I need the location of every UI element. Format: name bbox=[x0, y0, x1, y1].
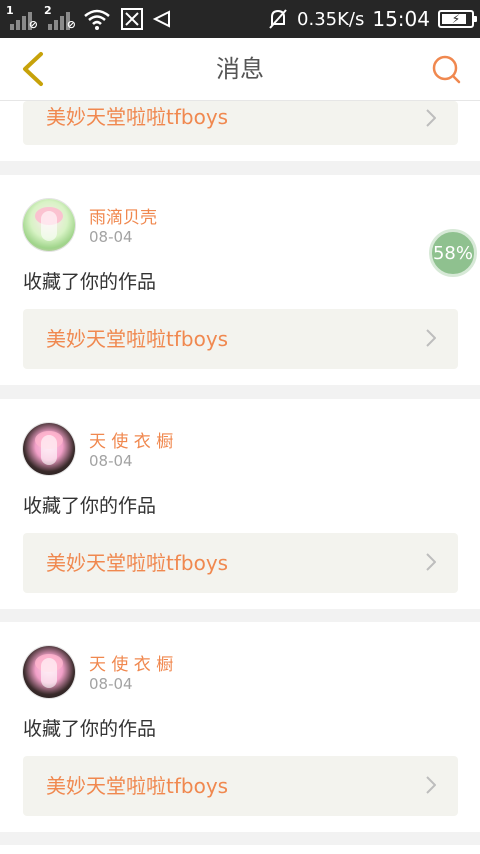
work-title: 美妙天堂啦啦tfboys bbox=[46, 551, 229, 575]
mute-icon bbox=[269, 9, 287, 29]
work-title: 美妙天堂啦啦tfboys bbox=[46, 327, 229, 351]
sim1-no-service-icon: ⊘ bbox=[28, 18, 38, 31]
sim1-signal-icon: 1 ⊘ bbox=[6, 4, 38, 32]
work-title: 美妙天堂啦啦tfboys bbox=[46, 774, 229, 798]
message-list[interactable]: 美妙天堂啦啦tfboys 雨滴贝壳 08-04 收藏了你的作品 美妙天堂啦啦tf… bbox=[0, 101, 480, 854]
chevron-right-icon bbox=[426, 553, 436, 571]
status-right: 0.35K/s 15:04 ⚡ bbox=[267, 0, 477, 38]
network-speed: 0.35K/s bbox=[297, 8, 365, 30]
work-link[interactable]: 美妙天堂啦啦tfboys bbox=[23, 756, 458, 816]
status-left: 1 ⊘ 2 ⊘ bbox=[6, 0, 172, 38]
wifi-icon bbox=[84, 9, 110, 30]
work-link[interactable]: 美妙天堂啦啦tfboys bbox=[23, 101, 458, 145]
message-card: 天 使 衣 橱 08-04 收藏了你的作品 美妙天堂啦啦tfboys bbox=[0, 622, 480, 832]
page-title: 消息 bbox=[216, 55, 264, 83]
username[interactable]: 天 使 衣 橱 bbox=[89, 650, 173, 675]
chevron-right-icon bbox=[426, 329, 436, 347]
top-app-bar: 消息 bbox=[0, 38, 480, 101]
charging-icon: ⚡ bbox=[451, 12, 461, 26]
message-action: 收藏了你的作品 bbox=[23, 271, 157, 293]
username[interactable]: 天 使 衣 橱 bbox=[89, 427, 173, 452]
message-date: 08-04 bbox=[89, 452, 133, 470]
status-bar: 1 ⊘ 2 ⊘ 0.35K/s 15:04 ⚡ bbox=[0, 0, 480, 38]
message-card: 雨滴贝壳 08-04 收藏了你的作品 美妙天堂啦啦tfboys bbox=[0, 175, 480, 385]
battery-icon: ⚡ bbox=[438, 10, 477, 28]
navigation-icon bbox=[152, 10, 170, 28]
avatar-art bbox=[41, 211, 57, 241]
avatar-art bbox=[41, 658, 57, 688]
sim2-signal-icon: 2 ⊘ bbox=[44, 4, 76, 32]
message-card bbox=[0, 845, 480, 854]
clock: 15:04 bbox=[372, 7, 430, 31]
username[interactable]: 雨滴贝壳 bbox=[89, 203, 157, 228]
message-action: 收藏了你的作品 bbox=[23, 495, 157, 517]
avatar[interactable] bbox=[23, 646, 75, 698]
message-date: 08-04 bbox=[89, 675, 133, 693]
search-button[interactable] bbox=[430, 53, 462, 85]
work-link[interactable]: 美妙天堂啦啦tfboys bbox=[23, 309, 458, 369]
floating-progress-indicator[interactable]: 58% bbox=[429, 229, 477, 277]
work-title: 美妙天堂啦啦tfboys bbox=[46, 105, 229, 129]
message-card: 美妙天堂啦啦tfboys bbox=[0, 101, 480, 161]
chevron-right-icon bbox=[426, 776, 436, 794]
avatar-art bbox=[41, 435, 57, 465]
search-icon bbox=[432, 55, 461, 84]
work-link[interactable]: 美妙天堂啦啦tfboys bbox=[23, 533, 458, 593]
chevron-right-icon bbox=[426, 109, 436, 127]
message-date: 08-04 bbox=[89, 228, 133, 246]
screen: 1 ⊘ 2 ⊘ 0.35K/s 15:04 ⚡ 消息 美妙天堂啦啦tfboys … bbox=[0, 0, 480, 854]
message-card: 天 使 衣 橱 08-04 收藏了你的作品 美妙天堂啦啦tfboys bbox=[0, 399, 480, 609]
message-action: 收藏了你的作品 bbox=[23, 718, 157, 740]
avatar[interactable] bbox=[23, 199, 75, 251]
sim2-no-service-icon: ⊘ bbox=[66, 18, 76, 31]
screenshot-tool-icon bbox=[121, 8, 143, 30]
avatar[interactable] bbox=[23, 423, 75, 475]
